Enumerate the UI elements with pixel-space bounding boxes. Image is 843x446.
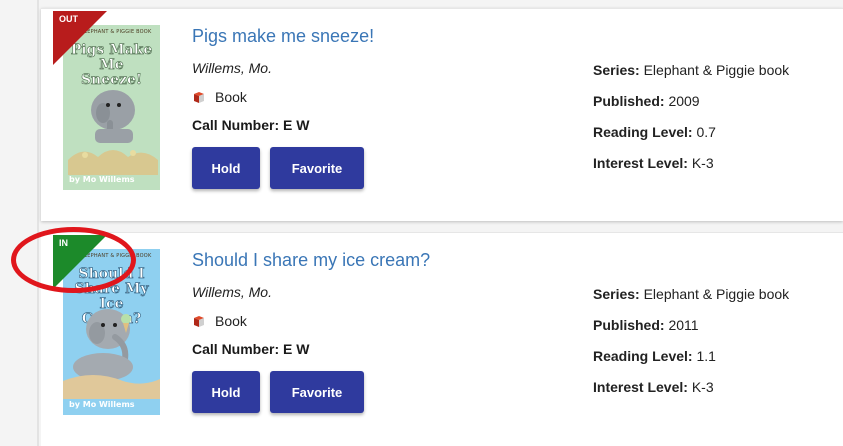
published-info: Published: 2009 [593,93,700,109]
hold-button[interactable]: Hold [192,147,260,189]
favorite-button[interactable]: Favorite [270,371,364,413]
reading-level-info: Reading Level: 0.7 [593,124,716,140]
published-label: Published: [593,317,665,333]
published-info: Published: 2011 [593,317,699,333]
hold-button[interactable]: Hold [192,371,260,413]
book-author: Willems, Mo. [192,60,272,76]
series-label: Series: [593,62,640,78]
favorite-button[interactable]: Favorite [270,147,364,189]
interest-level-label: Interest Level: [593,155,688,171]
published-label: Published: [593,93,665,109]
series-info: Series: Elephant & Piggie book [593,286,789,302]
interest-level-value: K-3 [691,155,714,171]
book-title-link[interactable]: Should I share my ice cream? [192,250,430,271]
book-title-link[interactable]: Pigs make me sneeze! [192,26,374,47]
left-border [37,0,39,446]
book-format: Book [192,89,247,105]
interest-level-info: Interest Level: K-3 [593,155,714,171]
call-number: Call Number: E W [192,341,310,357]
reading-level-value: 1.1 [696,348,716,364]
book-icon [194,91,204,103]
series-label: Series: [593,286,640,302]
cover-illustration [68,90,158,175]
format-label: Book [215,313,247,329]
reading-level-value: 0.7 [696,124,716,140]
call-number: Call Number: E W [192,117,310,133]
cover-author: by Mo Willems [69,400,135,409]
reading-level-label: Reading Level: [593,124,693,140]
interest-level-label: Interest Level: [593,379,688,395]
reading-level-label: Reading Level: [593,348,693,364]
published-value: 2009 [668,93,700,109]
published-value: 2011 [668,317,699,333]
series-info: Series: Elephant & Piggie book [593,62,789,78]
series-value: Elephant & Piggie book [643,286,790,302]
result-card: AN ELEPHANT & PIGGIE BOOK Pigs Make Me S… [41,8,843,221]
series-value: Elephant & Piggie book [643,62,790,78]
interest-level-value: K-3 [691,379,714,395]
book-format: Book [192,313,247,329]
format-label: Book [215,89,247,105]
interest-level-info: Interest Level: K-3 [593,379,714,395]
book-icon [194,315,204,327]
reading-level-info: Reading Level: 1.1 [593,348,716,364]
availability-badge: IN [59,238,68,248]
book-author: Willems, Mo. [192,284,272,300]
search-results-page: AN ELEPHANT & PIGGIE BOOK Pigs Make Me S… [0,0,843,446]
result-card: AN ELEPHANT & PIGGIE BOOK Should I Share… [41,232,843,446]
cover-illustration [63,309,160,399]
cover-author: by Mo Willems [69,175,135,184]
availability-badge: OUT [59,14,78,24]
